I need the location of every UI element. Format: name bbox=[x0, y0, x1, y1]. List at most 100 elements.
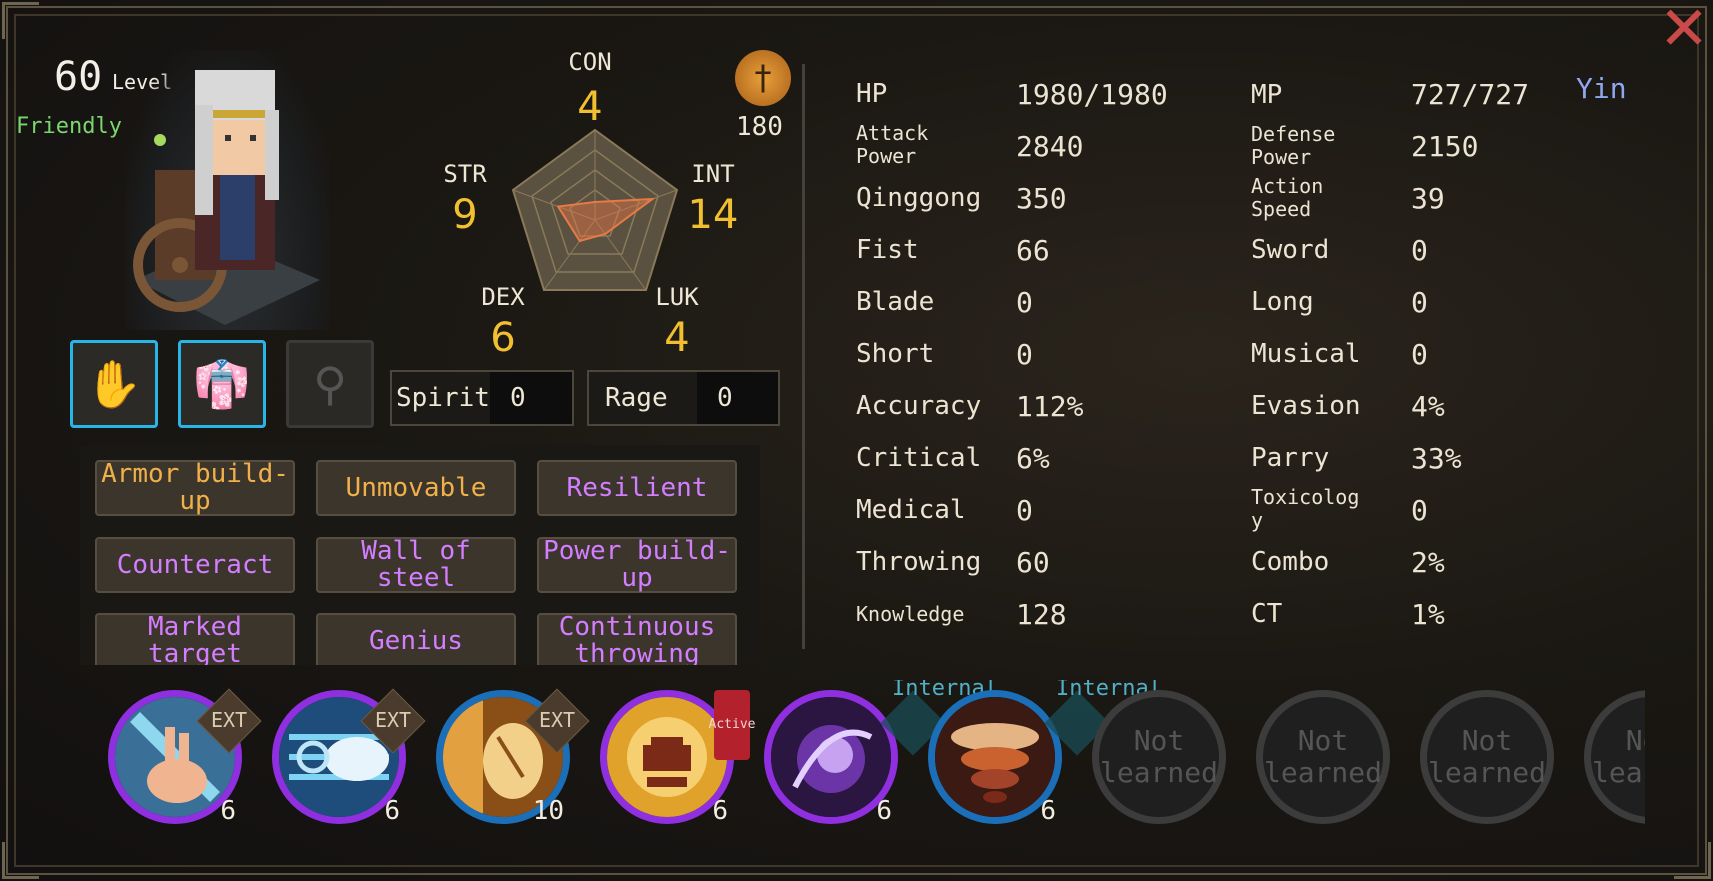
stat-value: 0 bbox=[1411, 286, 1428, 319]
internal-tag-label: Internal bbox=[1056, 680, 1162, 701]
skill-level: 6 bbox=[876, 796, 892, 826]
trait-badge[interactable]: Marked target bbox=[95, 613, 295, 665]
stat-label: Critical bbox=[856, 443, 982, 473]
attr-str-label: STR bbox=[443, 160, 487, 188]
section-divider bbox=[802, 64, 805, 649]
stat-label: Action Speed bbox=[1251, 174, 1324, 221]
skill-slot: EXT 10 bbox=[436, 688, 590, 826]
trait-badge[interactable]: Continuous throwing bbox=[537, 613, 737, 665]
stat-value: 1% bbox=[1411, 598, 1445, 631]
stat-value: 0 bbox=[1016, 494, 1033, 527]
sword-emblem-icon[interactable]: † bbox=[735, 50, 791, 106]
stat-value: 2150 bbox=[1411, 130, 1479, 163]
stat-value: 39 bbox=[1411, 182, 1445, 215]
stat-value: 0 bbox=[1411, 338, 1428, 371]
equipment-slot-accessory[interactable]: ⚲ bbox=[286, 340, 374, 428]
stat-label: Sword bbox=[1251, 235, 1330, 265]
character-portrait bbox=[125, 50, 330, 330]
internal-tag-label: Internal bbox=[892, 680, 998, 701]
skill-level: 10 bbox=[532, 796, 564, 826]
equipment-slot-armor[interactable]: 👘 bbox=[178, 340, 266, 428]
relation-status: Friendly bbox=[16, 114, 122, 139]
active-tag: Active bbox=[709, 690, 755, 760]
trait-badge[interactable]: Genius bbox=[316, 613, 516, 665]
amulet-icon: ⚲ bbox=[313, 357, 347, 411]
skill-slot: Internal 6 bbox=[928, 680, 1162, 826]
stat-label: Medical bbox=[856, 495, 966, 525]
attr-con-value: 4 bbox=[577, 84, 603, 130]
stat-label: Fist bbox=[856, 235, 919, 265]
stat-label: Blade bbox=[856, 287, 935, 317]
stat-value: 0 bbox=[1411, 494, 1428, 527]
stat-label: Attack Power bbox=[856, 121, 929, 168]
not-learned-label: Not learned bbox=[1427, 724, 1546, 789]
trait-badge[interactable]: Power build-up bbox=[537, 537, 737, 593]
stat-label: Short bbox=[856, 339, 935, 369]
skill-level: 6 bbox=[712, 796, 728, 826]
stat-label: Accuracy bbox=[856, 391, 982, 421]
attr-con-label: CON bbox=[568, 48, 612, 76]
stat-label: Combo bbox=[1251, 547, 1330, 577]
character-level: 60 bbox=[54, 54, 103, 100]
attr-dex-value: 6 bbox=[490, 315, 516, 361]
skill-slot: Not learned bbox=[1420, 690, 1554, 824]
skill-slot: Active 6 bbox=[600, 690, 755, 826]
stat-value: 350 bbox=[1016, 182, 1067, 215]
attr-int-label: INT bbox=[691, 160, 735, 188]
skill-tag-label: EXT bbox=[374, 708, 412, 732]
skill-slot: Not learned bbox=[1092, 690, 1226, 824]
skill-slot: Internal 6 bbox=[764, 680, 998, 826]
old-man-wheelchair-portrait bbox=[133, 70, 320, 325]
stat-value: 128 bbox=[1016, 598, 1067, 631]
stat-value: 4% bbox=[1411, 390, 1445, 423]
rage-box: Rage 0 bbox=[587, 370, 780, 426]
spirit-label: Spirit bbox=[396, 383, 490, 413]
stat-value: 60 bbox=[1016, 546, 1050, 579]
stat-value: 727/727 bbox=[1411, 78, 1530, 111]
traits-grid: Armor build-up Unmovable Resilient Count… bbox=[80, 445, 760, 665]
attribute-radar-chart bbox=[511, 128, 679, 291]
character-sheet-panel: ✕ 60 Level Friendly ✋ 👘 ⚲ CON bbox=[0, 0, 1713, 881]
attr-str-value: 9 bbox=[452, 192, 478, 238]
attr-luk-value: 4 bbox=[664, 315, 690, 361]
skill-tag-label: EXT bbox=[210, 708, 248, 732]
skill-level: 6 bbox=[1040, 796, 1056, 826]
gauntlet-icon: ✋ bbox=[85, 356, 143, 411]
spirit-box: Spirit 0 bbox=[390, 370, 574, 426]
skill-level: 6 bbox=[384, 796, 400, 826]
skill-slot: EXT 6 bbox=[108, 688, 262, 826]
sect-value: 180 bbox=[736, 112, 783, 142]
stat-value: 0 bbox=[1016, 286, 1033, 319]
stat-label: MP bbox=[1251, 80, 1283, 110]
stat-label: Qinggong bbox=[856, 183, 982, 213]
stat-value: 66 bbox=[1016, 234, 1050, 267]
trait-badge[interactable]: Resilient bbox=[537, 460, 737, 516]
alignment-label: Yin bbox=[1576, 72, 1627, 105]
stat-label: HP bbox=[856, 79, 888, 109]
stat-label: CT bbox=[1251, 599, 1283, 629]
stat-value: 6% bbox=[1016, 442, 1050, 475]
stat-label: Evasion bbox=[1251, 391, 1361, 421]
equipment-slot-gloves[interactable]: ✋ bbox=[70, 340, 158, 428]
stat-value: 0 bbox=[1411, 234, 1428, 267]
skill-tag-label: EXT bbox=[538, 708, 576, 732]
close-icon[interactable]: ✕ bbox=[1655, 0, 1713, 59]
attr-int-value: 14 bbox=[687, 192, 739, 238]
skills-bar: EXT 6 EXT 6 EXT 10 Active 6 Internal 6 I… bbox=[100, 680, 1645, 830]
skill-slot: EXT 6 bbox=[272, 688, 426, 826]
stat-label: Long bbox=[1251, 287, 1314, 317]
not-learned-label: Not learned bbox=[1263, 724, 1382, 789]
stat-label: Musical bbox=[1251, 339, 1361, 369]
not-learned-label: Not learned bbox=[1099, 724, 1218, 789]
trait-badge[interactable]: Armor build-up bbox=[95, 460, 295, 516]
trait-badge[interactable]: Counteract bbox=[95, 537, 295, 593]
spirit-value: 0 bbox=[490, 372, 572, 424]
skill-slot: Not learned bbox=[1256, 690, 1390, 824]
trait-badge[interactable]: Wall of steel bbox=[316, 537, 516, 593]
robe-icon: 👘 bbox=[193, 356, 251, 411]
skill-level: 6 bbox=[220, 796, 236, 826]
frame-corner bbox=[2, 2, 39, 39]
trait-badge[interactable]: Unmovable bbox=[316, 460, 516, 516]
stat-value: 33% bbox=[1411, 442, 1462, 475]
stat-value: 1980/1980 bbox=[1016, 78, 1168, 111]
